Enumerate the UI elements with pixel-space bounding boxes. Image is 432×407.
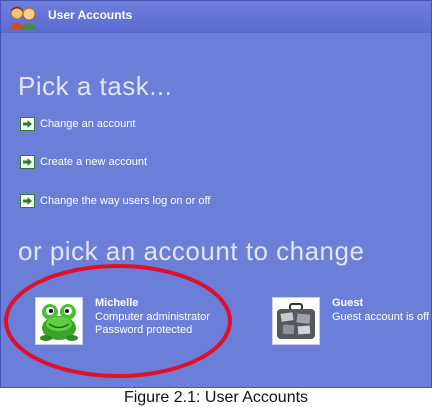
figure-caption: Figure 2.1: User Accounts (123, 389, 309, 406)
user-accounts-window: User Accounts Pick a task... Change an a… (0, 0, 432, 388)
create-account-link[interactable]: Create a new account (20, 154, 147, 170)
account-name: Guest (332, 297, 364, 309)
users-icon (7, 5, 39, 29)
change-account-link[interactable]: Change an account (20, 116, 135, 132)
account-type: Computer administrator (95, 311, 210, 323)
account-michelle[interactable]: Michelle Computer administrator Password… (35, 297, 210, 345)
frog-icon (35, 297, 83, 345)
change-logon-link[interactable]: Change the way users log on or off (20, 193, 210, 209)
account-guest[interactable]: Guest Guest account is off (272, 297, 429, 345)
change-logon-label: Change the way users log on or off (40, 195, 211, 207)
green-arrow-icon (20, 117, 35, 131)
pick-account-heading: or pick an account to change (18, 236, 365, 266)
green-arrow-icon (20, 194, 35, 208)
account-name: Michelle (95, 297, 139, 309)
suitcase-icon (272, 297, 320, 345)
pick-task-heading: Pick a task... (18, 71, 173, 101)
change-account-label: Change an account (40, 118, 136, 130)
account-status: Guest account is off (332, 311, 430, 323)
account-password-status: Password protected (95, 324, 193, 336)
window-title: User Accounts (48, 8, 133, 22)
green-arrow-icon (20, 155, 35, 169)
create-account-label: Create a new account (40, 156, 148, 168)
title-bar: User Accounts (1, 1, 431, 33)
